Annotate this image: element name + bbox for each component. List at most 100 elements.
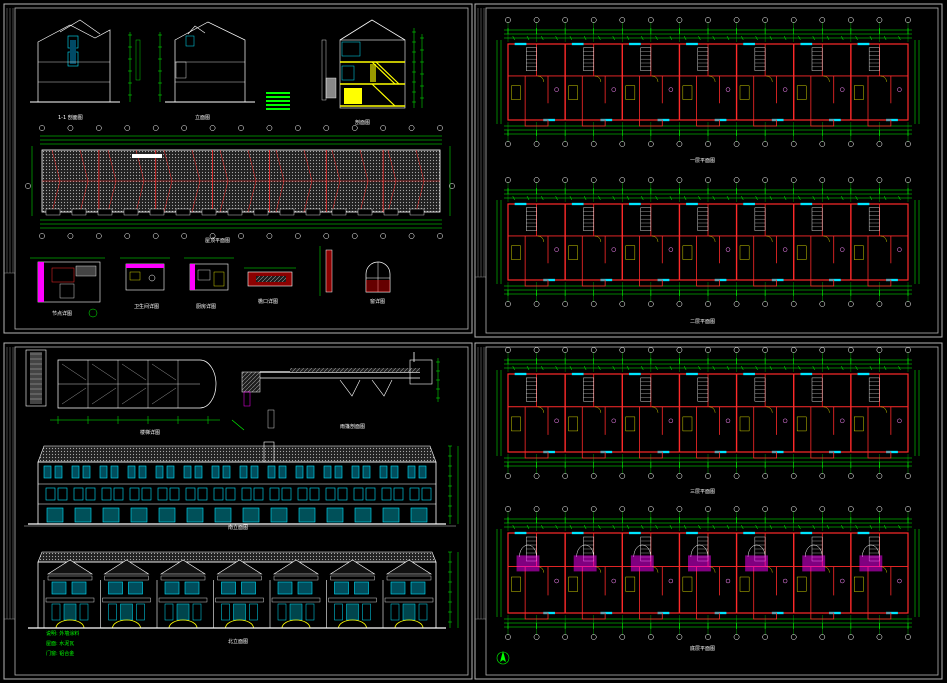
label-floor-plan-3: 三层平面图 [690, 489, 716, 495]
axis-bubble-icon [876, 473, 883, 479]
floor-plan-1 [496, 17, 920, 147]
axis-bubble-icon [790, 17, 797, 23]
axis-bubble-icon [733, 17, 740, 23]
axis-bubble-icon [590, 347, 597, 353]
axis-bubble-icon [619, 141, 626, 147]
axis-bubble-icon [848, 634, 854, 640]
front-elevation-drawing [24, 441, 459, 527]
floor-plan-4 [496, 506, 920, 640]
axis-bubble-icon [762, 301, 768, 307]
axis-bubble-icon [762, 506, 768, 512]
axis-bubble-icon [562, 473, 568, 479]
axis-bubble-icon [819, 17, 826, 23]
axis-bubble-icon [876, 634, 883, 640]
axis-bubble-icon [505, 347, 511, 353]
axis-bubble-icon [96, 125, 102, 131]
axis-bubble-icon [295, 233, 301, 239]
axis-bubble-icon [876, 17, 883, 23]
axis-bubble-icon [848, 177, 854, 183]
axis-bubble-icon [790, 347, 797, 353]
floor-plan-2 [496, 177, 920, 307]
axis-bubble-icon [238, 233, 244, 239]
axis-bubble-icon [848, 506, 854, 512]
axis-bubble-icon [323, 233, 330, 239]
rear-elevation-drawing [28, 551, 459, 629]
axis-bubble-icon [905, 347, 911, 353]
axis-bubble-icon [562, 347, 568, 353]
axis-bubble-icon [295, 125, 301, 131]
axis-bubble-icon [848, 347, 854, 353]
axis-bubble-icon [848, 301, 854, 307]
building-section [266, 19, 424, 110]
axis-bubble-icon [819, 506, 826, 512]
section-marker-icon [88, 308, 98, 318]
axis-bubble-icon [905, 177, 911, 183]
axis-bubble-icon [819, 473, 826, 479]
axis-bubble-icon [790, 141, 797, 147]
axis-bubble-icon [590, 141, 597, 147]
axis-bubble-icon [676, 177, 683, 183]
axis-bubble-icon [619, 473, 626, 479]
axis-bubble-icon [705, 634, 711, 640]
axis-bubble-icon [905, 301, 911, 307]
sheet-top-right [474, 3, 943, 338]
axis-bubble-icon [905, 473, 911, 479]
label-roof-plan: 屋顶平面图 [205, 238, 231, 244]
label-detail-5: 窗详图 [370, 299, 386, 305]
axis-bubble-icon [619, 506, 626, 512]
axis-bubble-icon [181, 125, 187, 131]
label-floor-plan-1: 一层平面图 [690, 158, 716, 164]
axis-bubble-icon [648, 634, 654, 640]
axis-bubble-icon [533, 141, 540, 147]
axis-bubble-icon [733, 347, 740, 353]
legend-note-1: 说明: 外墙涂料 [46, 631, 80, 637]
axis-bubble-icon [905, 17, 911, 23]
label-side-elevation-1: 1-1 剖面图 [58, 115, 83, 121]
axis-bubble-icon [705, 177, 711, 183]
legend-note-2: 屋面: 水泥瓦 [46, 641, 75, 647]
axis-bubble-icon [533, 634, 540, 640]
axis-bubble-icon [705, 506, 711, 512]
axis-bubble-icon [408, 125, 415, 131]
axis-bubble-icon [238, 125, 244, 131]
label-section: 剖面图 [355, 120, 371, 126]
axis-bubble-icon [562, 177, 568, 183]
axis-bubble-icon [733, 634, 740, 640]
axis-bubble-icon [380, 233, 386, 239]
axis-bubble-icon [533, 347, 540, 353]
axis-bubble-icon [437, 233, 443, 239]
axis-bubble-icon [266, 233, 273, 239]
label-front-elevation: 南立面图 [228, 525, 249, 531]
label-rear-elevation: 北立面图 [228, 639, 249, 645]
axis-bubble-icon [408, 233, 415, 239]
axis-bubble-icon [762, 177, 768, 183]
axis-bubble-icon [648, 301, 654, 307]
axis-bubble-icon [437, 125, 443, 131]
axis-bubble-icon [505, 141, 511, 147]
axis-bubble-icon [562, 634, 568, 640]
axis-bubble-icon [562, 506, 568, 512]
label-floor-plan-2: 二层平面图 [690, 319, 716, 325]
label-floor-plan-4: 底层平面图 [690, 646, 716, 652]
axis-bubble-icon [351, 233, 358, 239]
axis-bubble-icon [209, 125, 216, 131]
label-canopy-section: 雨篷剖面图 [340, 424, 366, 430]
axis-bubble-icon [505, 473, 511, 479]
axis-bubble-icon [819, 347, 826, 353]
axis-bubble-icon [676, 141, 683, 147]
cad-drawing-canvas[interactable] [0, 0, 947, 683]
label-detail-3: 厨房详图 [196, 304, 217, 310]
axis-bubble-icon [876, 177, 883, 183]
axis-bubble-icon [676, 17, 683, 23]
axis-bubble-icon [619, 17, 626, 23]
axis-bubble-icon [533, 17, 540, 23]
axis-bubble-icon [505, 301, 511, 307]
axis-bubble-icon [790, 301, 797, 307]
axis-bubble-icon [790, 634, 797, 640]
axis-bubble-icon [67, 233, 74, 239]
axis-bubble-icon [790, 177, 797, 183]
axis-bubble-icon [676, 473, 683, 479]
axis-bubble-icon [648, 473, 654, 479]
side-elevation-2 [158, 21, 255, 103]
axis-bubble-icon [733, 301, 740, 307]
